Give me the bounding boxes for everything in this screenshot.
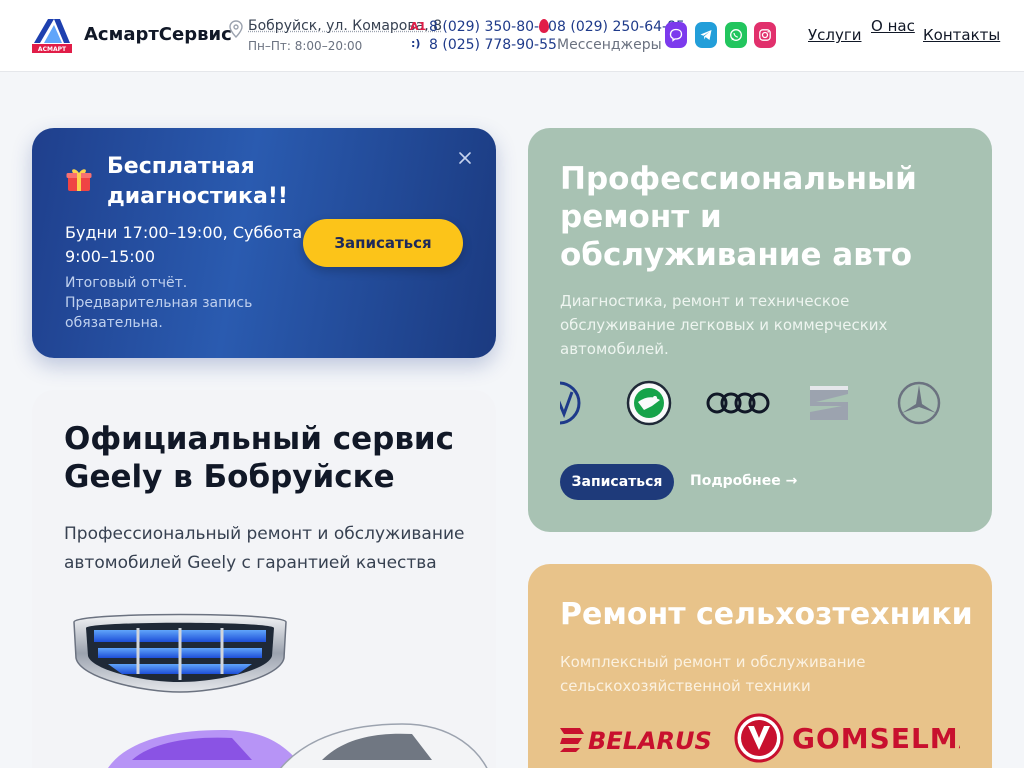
promo-title: Бесплатная диагностика!! — [107, 154, 288, 209]
site-header: АСМАРТ АсмартСервис Бобруйск, ул. Комаро… — [0, 0, 1024, 72]
asmart-logo[interactable]: АСМАРТ — [32, 17, 72, 53]
seat-logo — [810, 386, 848, 420]
nav-services[interactable]: Услуги — [808, 26, 861, 44]
nav-contacts[interactable]: Контакты — [923, 26, 1000, 44]
car-brands-carousel — [560, 380, 950, 426]
telegram-icon[interactable] — [695, 22, 717, 48]
promo-note: Итоговый отчёт. Предварительная запись о… — [65, 275, 253, 331]
agri-repair-title: Ремонт сельхозтехники — [560, 597, 973, 632]
location-pin-icon — [229, 20, 243, 38]
skoda-logo — [626, 380, 672, 426]
auto-repair-card: Профессиональный ремонт и обслуживание а… — [528, 128, 992, 532]
audi-logo — [706, 392, 770, 414]
messengers-label: Мессенджеры — [557, 37, 662, 53]
mts-operator-icon: :) — [411, 37, 421, 50]
mts-drop-icon — [539, 19, 549, 33]
whatsapp-icon[interactable] — [725, 22, 747, 48]
free-diagnostics-banner: Бесплатная диагностика!! Будни 17:00–19:… — [32, 128, 496, 358]
phone-mts[interactable]: 8 (025) 778-90-55 — [429, 37, 557, 53]
gomselmash-emblem — [734, 713, 784, 763]
gomselmash-wordmark: GOMSELMASH — [792, 722, 960, 755]
belarus-logo: BELARUS — [560, 727, 712, 754]
belarus-wordmark: BELARUS — [588, 727, 712, 754]
working-hours: Пн–Пт: 8:00–20:00 — [248, 39, 363, 53]
geely-logo — [73, 613, 287, 693]
auto-repair-description: Диагностика, ремонт и техническое обслуж… — [560, 292, 888, 358]
agri-repair-description: Комплексный ремонт и обслуживание сельск… — [560, 653, 866, 695]
gift-icon — [66, 169, 92, 191]
a1-operator-icon: A1 — [410, 20, 427, 33]
viber-icon[interactable] — [665, 22, 687, 48]
geely-service-card: Официальный сервис Geely в Бобруйске Про… — [32, 390, 496, 768]
promo-hours: Будни 17:00–19:00, Суббота 9:00–15:00 — [65, 223, 303, 266]
mercedes-logo — [897, 381, 941, 425]
volkswagen-logo — [560, 381, 581, 425]
logo-text: АСМАРТ — [38, 46, 67, 53]
promo-signup-button[interactable]: Записаться — [303, 219, 463, 267]
geely-cars-image — [108, 723, 488, 768]
auto-signup-button[interactable]: Записаться — [560, 464, 674, 500]
nav-about[interactable]: О нас — [871, 16, 915, 36]
auto-more-link[interactable]: Подробнее → — [690, 473, 797, 489]
phone-a1[interactable]: 8 (029) 350-80-30 — [429, 19, 557, 35]
geely-description: Профессиональный ремонт и обслуживание а… — [64, 524, 465, 573]
geely-title: Официальный сервис Geely в Бобруйске — [64, 421, 455, 495]
brand-name[interactable]: АсмартСервис — [84, 24, 232, 45]
close-icon[interactable] — [457, 150, 473, 166]
agri-repair-card: Ремонт сельхозтехники Комплексный ремонт… — [528, 564, 992, 768]
instagram-icon[interactable] — [754, 22, 776, 48]
auto-repair-title: Профессиональный ремонт и обслуживание а… — [560, 161, 917, 273]
